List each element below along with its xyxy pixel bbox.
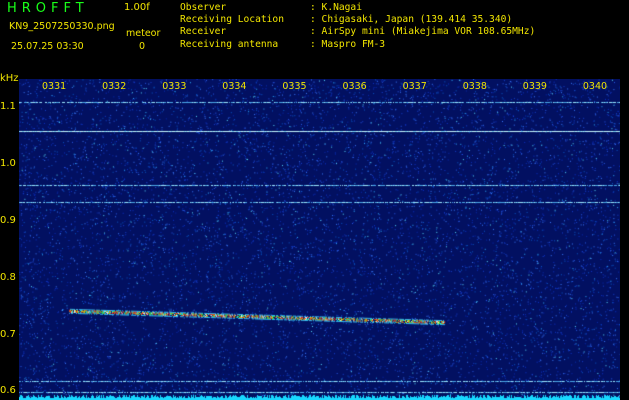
y-tick-label: 1.1 xyxy=(0,101,16,113)
info-value: : Maspro FM-3 xyxy=(310,38,386,50)
info-row-location: Receiving Location : Chigasaki, Japan (13… xyxy=(180,14,535,26)
file-name: KN9_2507250330.png xyxy=(9,21,115,32)
y-tick-label: 0.8 xyxy=(0,271,16,283)
datetime-label: 25.07.25 03:30 xyxy=(11,41,84,52)
mode-label: meteor xyxy=(126,28,161,39)
station-info: Observer : K.Nagai Receiving Location : Ch… xyxy=(180,2,535,51)
x-tick-label: 0335 xyxy=(282,81,307,92)
echo-count: 0 xyxy=(139,41,146,52)
x-tick-label: 0337 xyxy=(402,81,427,92)
info-row-observer: Observer : K.Nagai xyxy=(180,2,535,14)
x-tick-label: 0331 xyxy=(42,81,67,92)
info-label: Receiving antenna xyxy=(180,38,279,50)
x-tick-label: 0336 xyxy=(342,81,367,92)
y-tick-label: 0.9 xyxy=(0,215,16,227)
spectrogram-plot[interactable] xyxy=(19,79,620,400)
spectrogram-canvas xyxy=(19,79,620,400)
header-panel: HROFFT 1.00f KN9_2507250330.png meteor 2… xyxy=(0,0,629,78)
x-tick-label: 0333 xyxy=(162,81,187,92)
x-tick-label: 0338 xyxy=(462,81,487,92)
y-tick-label: 0.6 xyxy=(0,385,16,397)
info-label: Observer xyxy=(180,2,227,13)
info-label: Receiving Location xyxy=(180,14,284,26)
x-tick-label: 0340 xyxy=(582,81,608,92)
info-row-antenna: Receiving antenna : Maspro FM-3 xyxy=(180,39,535,51)
info-row-receiver: Receiver : AirSpy mini (Miakejima VOR 108… xyxy=(180,26,535,38)
info-value: : Chigasaki, Japan (139.414 35.340) xyxy=(310,14,513,26)
y-axis-unit: kHz xyxy=(0,73,19,84)
info-value: : K.Nagai xyxy=(310,2,362,13)
x-tick-label: 0334 xyxy=(222,81,247,92)
x-tick-label: 0339 xyxy=(522,81,547,92)
y-tick-label: 0.7 xyxy=(0,328,16,340)
app-version: 1.00f xyxy=(124,2,150,13)
app-name: HROFFT xyxy=(7,1,89,16)
x-tick-label: 0332 xyxy=(102,81,127,92)
y-tick-label: 1.0 xyxy=(0,158,16,170)
info-label: Receiver xyxy=(180,26,227,38)
info-value: : AirSpy mini (Miakejima VOR 108.65MHz) xyxy=(310,26,536,38)
